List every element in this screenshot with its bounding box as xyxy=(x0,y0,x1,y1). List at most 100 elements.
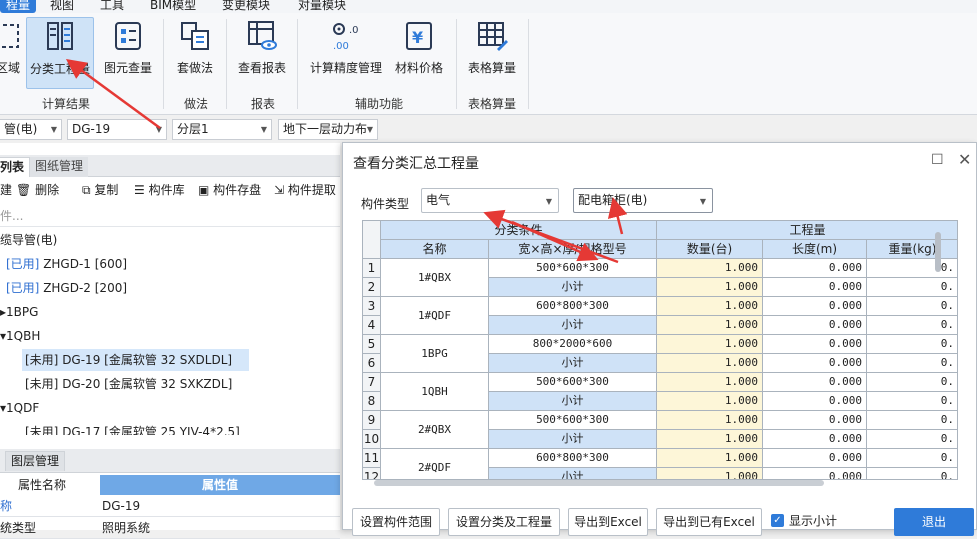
export-excel-button[interactable]: 导出到Excel xyxy=(568,508,648,536)
cell-weight[interactable]: 0. xyxy=(867,354,957,373)
component-library-button[interactable]: ☰ 构件库 xyxy=(134,181,185,198)
maximize-icon[interactable]: ☐ xyxy=(931,152,944,168)
close-icon[interactable]: ✕ xyxy=(958,150,971,169)
cell-length[interactable]: 0.000 xyxy=(763,316,867,335)
cell-name[interactable]: 1QBH xyxy=(381,373,489,411)
layer-combo[interactable]: 分层1 ▼ xyxy=(172,119,272,140)
material-price-button[interactable]: ¥ 材料价格 xyxy=(392,17,446,89)
search-input[interactable]: 件... xyxy=(0,205,340,227)
vertical-scrollbar[interactable] xyxy=(933,232,943,422)
cell-weight[interactable]: 0. xyxy=(867,259,957,278)
row-number[interactable]: 1 xyxy=(363,259,381,278)
cell-weight[interactable]: 0. xyxy=(867,468,957,479)
cell-weight[interactable]: 0. xyxy=(867,316,957,335)
tree-item-selected[interactable]: [未用] DG-19 [金属软管 32 SXDLDL] xyxy=(22,349,249,371)
row-number[interactable]: 8 xyxy=(363,392,381,411)
tab-list[interactable]: 列表 xyxy=(0,157,31,177)
tree-item[interactable]: [已用] ZHGD-2 [200] xyxy=(6,277,127,299)
drawing-combo[interactable]: 地下一层动力布 ▼ xyxy=(278,119,378,140)
element-query-button[interactable]: 图元查量 xyxy=(100,17,156,89)
copy-button[interactable]: ⧉ 复制 xyxy=(82,181,118,198)
cell-qty[interactable]: 1.000 xyxy=(657,297,763,316)
tree-item[interactable]: [未用] DG-17 [金属软管 25 YJV-4*2.5] xyxy=(25,421,240,435)
component-combo[interactable]: DG-19 ▼ xyxy=(67,119,167,140)
cell-length[interactable]: 0.000 xyxy=(763,468,867,479)
col-header-weight[interactable]: 重量(kg) xyxy=(867,240,957,259)
cell-length[interactable]: 0.000 xyxy=(763,259,867,278)
delete-button[interactable]: 🗑 删除 xyxy=(16,181,59,198)
cell-subtotal[interactable]: 小计 xyxy=(489,316,657,335)
cell-name[interactable]: 1BPG xyxy=(381,335,489,373)
cell-length[interactable]: 0.000 xyxy=(763,449,867,468)
cell-qty[interactable]: 1.000 xyxy=(657,449,763,468)
cell-subtotal[interactable]: 小计 xyxy=(489,468,657,479)
row-number[interactable]: 9 xyxy=(363,411,381,430)
new-button[interactable]: 建 xyxy=(0,181,12,198)
set-class-button[interactable]: 设置分类及工程量 xyxy=(448,508,560,536)
type-select[interactable]: 电气 ▼ xyxy=(421,188,559,213)
exit-button[interactable]: 退出 xyxy=(894,508,974,536)
cell-weight[interactable]: 0. xyxy=(867,449,957,468)
cell-spec[interactable]: 500*600*300 xyxy=(489,373,657,392)
row-number[interactable]: 10 xyxy=(363,430,381,449)
cell-length[interactable]: 0.000 xyxy=(763,354,867,373)
col-header-qty[interactable]: 数量(台) xyxy=(657,240,763,259)
cell-length[interactable]: 0.000 xyxy=(763,297,867,316)
cell-qty[interactable]: 1.000 xyxy=(657,373,763,392)
menu-view[interactable]: 视图 xyxy=(50,0,74,13)
type-combo[interactable]: 管(电) ▼ xyxy=(0,119,62,140)
export-existing-excel-button[interactable]: 导出到已有Excel xyxy=(656,508,762,536)
cell-weight[interactable]: 0. xyxy=(867,335,957,354)
cell-weight[interactable]: 0. xyxy=(867,392,957,411)
cell-spec[interactable]: 800*2000*600 xyxy=(489,335,657,354)
col-header-name[interactable]: 名称 xyxy=(381,240,489,259)
set-range-button[interactable]: 设置构件范围 xyxy=(352,508,440,536)
cell-length[interactable]: 0.000 xyxy=(763,430,867,449)
col-header-length[interactable]: 长度(m) xyxy=(763,240,867,259)
cell-spec[interactable]: 600*800*300 xyxy=(489,449,657,468)
cell-qty[interactable]: 1.000 xyxy=(657,354,763,373)
tab-layer-manage[interactable]: 图层管理 xyxy=(5,451,66,471)
cell-qty[interactable]: 1.000 xyxy=(657,316,763,335)
show-subtotal-checkbox[interactable]: ✓ xyxy=(771,514,784,527)
menu-quantity[interactable]: 程量 xyxy=(0,0,37,13)
cell-name[interactable]: 2#QDF xyxy=(381,449,489,479)
cell-weight[interactable]: 0. xyxy=(867,430,957,449)
horizontal-scrollbar[interactable] xyxy=(374,480,824,486)
cell-qty[interactable]: 1.000 xyxy=(657,259,763,278)
tree-item[interactable]: ▾1QDF xyxy=(0,397,39,419)
cell-subtotal[interactable]: 小计 xyxy=(489,354,657,373)
tree-item[interactable]: ▾1QBH xyxy=(0,325,40,347)
save-component-button[interactable]: ▣ 构件存盘 xyxy=(198,181,261,198)
cell-weight[interactable]: 0. xyxy=(867,411,957,430)
cell-qty[interactable]: 1.000 xyxy=(657,411,763,430)
cell-subtotal[interactable]: 小计 xyxy=(489,430,657,449)
precision-button[interactable]: .0 .00 计算精度管理 xyxy=(308,17,384,89)
tree-item[interactable]: 缆导管(电) xyxy=(0,229,57,251)
cell-spec[interactable]: 500*600*300 xyxy=(489,259,657,278)
row-number[interactable]: 5 xyxy=(363,335,381,354)
cell-qty[interactable]: 1.000 xyxy=(657,468,763,479)
cell-length[interactable]: 0.000 xyxy=(763,278,867,297)
cell-subtotal[interactable]: 小计 xyxy=(489,278,657,297)
col-header-spec[interactable]: 宽×高×厚/规格型号 xyxy=(489,240,657,259)
cell-length[interactable]: 0.000 xyxy=(763,335,867,354)
cell-weight[interactable]: 0. xyxy=(867,297,957,316)
extract-component-button[interactable]: ⇲ 构件提取 xyxy=(274,181,336,198)
tab-drawing-manage[interactable]: 图纸管理 xyxy=(30,157,89,177)
scroll-thumb[interactable] xyxy=(935,232,941,272)
tree-item[interactable]: ▸1BPG xyxy=(0,301,38,323)
cell-name[interactable]: 1#QDF xyxy=(381,297,489,335)
menu-compare[interactable]: 对量模块 xyxy=(298,0,346,13)
cell-qty[interactable]: 1.000 xyxy=(657,392,763,411)
subtype-select[interactable]: 配电箱柜(电) ▼ xyxy=(573,188,713,213)
menu-bim[interactable]: BIM模型 xyxy=(150,0,196,13)
row-number[interactable]: 11 xyxy=(363,449,381,468)
row-number[interactable]: 7 xyxy=(363,373,381,392)
menu-change[interactable]: 变更模块 xyxy=(222,0,270,13)
row-number[interactable]: 4 xyxy=(363,316,381,335)
cell-qty[interactable]: 1.000 xyxy=(657,430,763,449)
classified-quantity-button[interactable]: 分类工程量 xyxy=(26,17,94,89)
cell-spec[interactable]: 600*800*300 xyxy=(489,297,657,316)
cell-name[interactable]: 1#QBX xyxy=(381,259,489,297)
